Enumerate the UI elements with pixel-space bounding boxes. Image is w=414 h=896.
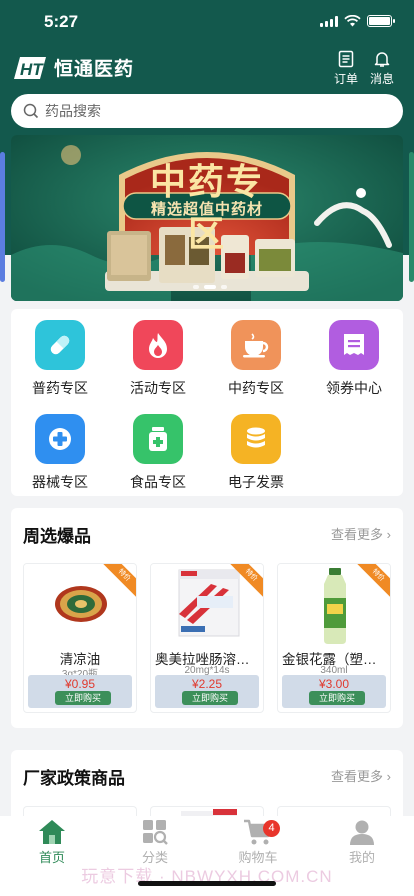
- search-input[interactable]: 药品搜索: [45, 101, 101, 121]
- medical-cross-icon: [35, 414, 85, 464]
- category-medical-devices[interactable]: 器械专区: [11, 414, 109, 492]
- wifi-icon: [344, 15, 361, 27]
- category-food[interactable]: 食品专区: [109, 414, 207, 492]
- status-time: 5:27: [44, 12, 79, 31]
- status-bar: 5:27: [0, 0, 414, 44]
- category-grid: 普药专区 活动专区 中药专区 领券中心 器械专区 食品专区 电子发票: [11, 309, 403, 496]
- category-label: 电子发票: [228, 474, 284, 490]
- svg-text:HT: HT: [20, 60, 44, 79]
- category-label: 器械专区: [32, 474, 88, 490]
- chevron-right-icon: ›: [386, 527, 391, 542]
- tab-home[interactable]: 首页: [22, 818, 82, 866]
- price-box: ¥3.00 立即购买: [282, 675, 386, 708]
- tab-profile[interactable]: 我的: [332, 818, 392, 866]
- category-coupon-center[interactable]: 领券中心: [305, 320, 403, 398]
- system-indicators: [320, 15, 395, 27]
- product-price: ¥0.95: [64, 677, 96, 691]
- search-bar[interactable]: 药品搜索: [11, 94, 403, 128]
- logo-icon: HT: [14, 56, 46, 79]
- category-promotions[interactable]: 活动专区: [109, 320, 207, 398]
- flame-icon: [133, 320, 183, 370]
- cart-count-badge: 4: [263, 820, 280, 837]
- signal-icon: [320, 15, 338, 27]
- view-more-link[interactable]: 查看更多 ›: [331, 766, 391, 785]
- product-card[interactable]: 特价 清凉油 3g*20瓶 ¥0.95 立即购买: [23, 563, 137, 713]
- home-indicator: [138, 881, 276, 886]
- weekly-hot-section: 周选爆品 查看更多 › 特价 清凉油 3g*20瓶 ¥0.95 立即购买 特: [11, 508, 403, 728]
- view-more-link[interactable]: 查看更多 ›: [331, 524, 391, 543]
- carousel-dot[interactable]: [221, 285, 227, 289]
- nutrition-jar-icon: [133, 414, 183, 464]
- section-title: 厂家政策商品: [23, 769, 125, 788]
- product-price: ¥3.00: [318, 677, 350, 691]
- bell-icon: [374, 52, 390, 67]
- category-general-medicine[interactable]: 普药专区: [11, 320, 109, 398]
- brand: HT 恒通医药: [12, 54, 134, 81]
- database-icon: [231, 414, 281, 464]
- next-banner-peek[interactable]: [409, 152, 414, 282]
- tab-cart[interactable]: 购物车 4: [228, 818, 288, 866]
- product-price: ¥2.25: [191, 677, 223, 691]
- search-icon: [23, 103, 39, 119]
- carousel-dot[interactable]: [193, 285, 199, 289]
- category-label: 中药专区: [228, 380, 284, 396]
- coupon-icon: [329, 320, 379, 370]
- carousel-dots: [193, 285, 227, 289]
- teacup-icon: [231, 320, 281, 370]
- capsule-icon: [35, 320, 85, 370]
- category-label: 活动专区: [130, 380, 186, 396]
- category-label: 领券中心: [326, 380, 382, 396]
- view-more-label: 查看更多: [331, 769, 384, 784]
- section-title: 周选爆品: [23, 527, 91, 546]
- category-chinese-medicine[interactable]: 中药专区: [207, 320, 305, 398]
- product-image: [213, 809, 237, 815]
- brand-name: 恒通医药: [54, 59, 135, 80]
- prev-banner-peek[interactable]: [0, 152, 5, 282]
- promo-banner[interactable]: 中药专区 精选超值中药材: [11, 135, 403, 301]
- category-icon: [143, 820, 168, 845]
- product-card[interactable]: 特价 金银花露（塑瓶） 340ml ¥3.00 立即购买: [277, 563, 391, 713]
- banner-subtitle: 精选超值中药材: [150, 201, 263, 218]
- user-icon: [350, 820, 374, 845]
- category-e-invoice[interactable]: 电子发票: [207, 414, 305, 492]
- category-label: 普药专区: [32, 380, 88, 396]
- carousel-dot-active[interactable]: [204, 285, 216, 289]
- buy-now-button[interactable]: 立即购买: [182, 691, 238, 705]
- order-list-icon: [338, 50, 354, 68]
- battery-icon: [367, 15, 395, 27]
- price-box: ¥0.95 立即购买: [28, 675, 132, 708]
- price-box: ¥2.25 立即购买: [155, 675, 259, 708]
- product-card[interactable]: 特价 奥美拉唑肠溶胶... 20mg*14s ¥2.25 立即购买: [150, 563, 264, 713]
- chevron-right-icon: ›: [386, 769, 391, 784]
- category-label: 食品专区: [130, 474, 186, 490]
- messages-label: 消息: [369, 72, 394, 86]
- home-icon: [39, 820, 65, 844]
- orders-label: 订单: [333, 72, 358, 86]
- orders-button[interactable]: 订单: [330, 50, 362, 87]
- view-more-label: 查看更多: [331, 527, 384, 542]
- messages-button[interactable]: 消息: [366, 50, 398, 87]
- tab-category[interactable]: 分类: [125, 818, 185, 866]
- buy-now-button[interactable]: 立即购买: [55, 691, 111, 705]
- buy-now-button[interactable]: 立即购买: [309, 691, 365, 705]
